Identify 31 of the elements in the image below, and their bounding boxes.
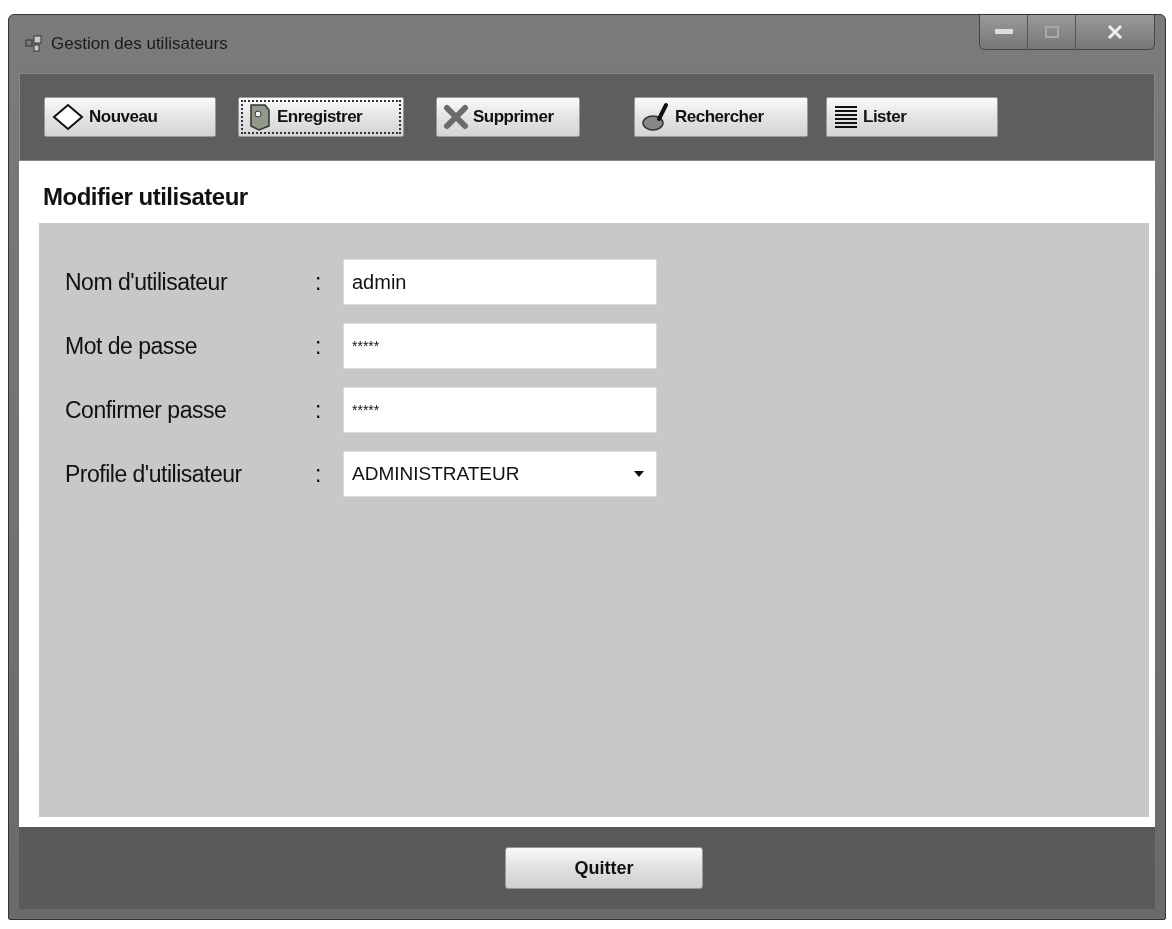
colon: : — [315, 268, 323, 296]
profile-dropdown[interactable]: ADMINISTRATEUR — [343, 451, 657, 497]
password-field[interactable]: ***** — [343, 387, 657, 433]
field-label: Confirmer passe — [65, 396, 228, 424]
maximize-button[interactable] — [1028, 15, 1076, 49]
diamond-icon — [51, 102, 85, 132]
field-label: Profile d'utilisateur — [65, 460, 243, 488]
window-icon — [25, 35, 43, 53]
toolbar-button[interactable]: Lister — [826, 97, 998, 137]
password-field[interactable]: ***** — [343, 323, 657, 369]
colon: : — [315, 460, 323, 488]
toolbar-button[interactable]: Rechercher — [634, 97, 808, 137]
quit-button[interactable]: Quitter — [505, 847, 703, 889]
toolbar-button[interactable]: Nouveau — [44, 97, 216, 137]
username-field[interactable]: admin — [343, 259, 657, 305]
window-title: Gestion des utilisateurs — [51, 34, 228, 54]
close-button[interactable] — [1076, 15, 1154, 49]
minimize-button[interactable] — [980, 15, 1028, 49]
colon: : — [315, 332, 323, 360]
cross-icon — [443, 104, 469, 130]
colon: : — [315, 396, 323, 424]
section-title: Modifier utilisateur — [43, 183, 249, 211]
close-icon — [1107, 24, 1123, 40]
minimize-icon — [994, 29, 1013, 35]
toolbar-button[interactable]: Enregistrer — [238, 97, 404, 137]
maximize-icon — [1044, 26, 1059, 38]
caret-icon — [634, 471, 644, 477]
list-icon — [833, 104, 859, 130]
toolbar-button[interactable]: Supprimer — [436, 97, 580, 137]
field-label: Mot de passe — [65, 332, 199, 360]
field-label: Nom d'utilisateur — [65, 268, 229, 296]
